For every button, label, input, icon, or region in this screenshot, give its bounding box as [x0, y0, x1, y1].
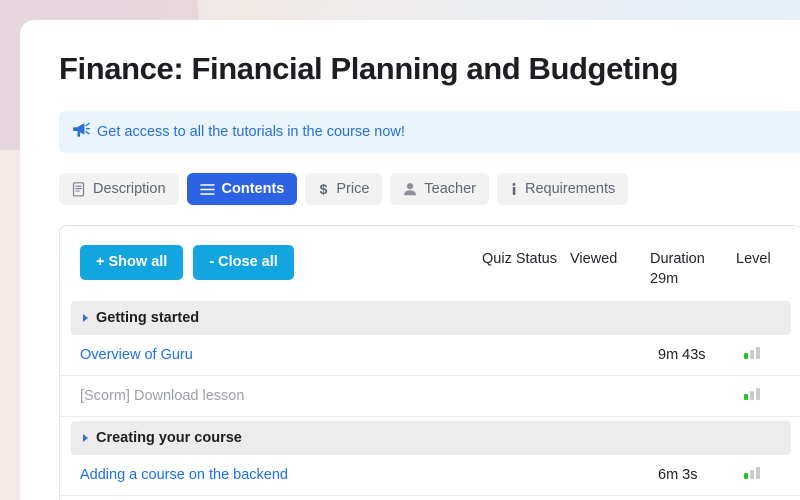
contents-toolbar: + Show all - Close all Quiz Status Viewe…: [60, 226, 800, 297]
column-header-viewed: Viewed: [570, 251, 618, 268]
expand-collapse-buttons: + Show all - Close all: [80, 245, 294, 280]
level-bars-icon: [744, 347, 760, 360]
level-bars-icon: [744, 388, 760, 401]
tab-description[interactable]: Description: [59, 173, 179, 206]
column-header-duration-label: Duration: [650, 251, 705, 268]
page-inner: Finance: Financial Planning and Budgetin…: [20, 20, 800, 500]
promo-banner-text: Get access to all the tutorials in the c…: [97, 124, 405, 141]
show-all-button[interactable]: + Show all: [80, 245, 184, 280]
user-icon: [403, 182, 417, 196]
level-bars-icon: [744, 467, 760, 480]
tab-price[interactable]: $ Price: [305, 173, 383, 206]
tab-bar: Description Contents $ Price Teacher Req…: [59, 173, 782, 206]
section-header-creating-your-course[interactable]: Creating your course: [71, 421, 791, 456]
dollar-icon: $: [318, 182, 329, 197]
tab-requirements[interactable]: Requirements: [497, 173, 629, 206]
table-row[interactable]: [Scorm] Download lesson: [60, 376, 800, 418]
table-row[interactable]: Adding table of content 2m 59s: [60, 496, 800, 500]
page-card: Finance: Financial Planning and Budgetin…: [20, 20, 800, 500]
info-icon: [510, 182, 518, 197]
section-title: Creating your course: [96, 430, 242, 447]
section-header-getting-started[interactable]: Getting started: [71, 301, 791, 336]
tab-requirements-label: Requirements: [525, 181, 616, 198]
cell-level: [744, 347, 790, 363]
lesson-title-link[interactable]: Overview of Guru: [80, 347, 193, 363]
caret-right-icon: [83, 314, 88, 323]
row-cells: 6m 3s: [490, 467, 790, 483]
svg-text:$: $: [320, 182, 328, 197]
lesson-title: [Scorm] Download lesson: [80, 388, 245, 405]
total-duration-value: 29m: [650, 271, 679, 288]
cell-duration: 9m 43s: [658, 347, 706, 364]
tab-contents[interactable]: Contents: [186, 173, 298, 206]
column-header-quiz-status: Quiz Status: [482, 251, 557, 268]
column-header-duration: Duration 29m: [650, 251, 736, 287]
column-headers: Quiz Status Viewed Duration 29m Level: [482, 245, 782, 287]
table-row[interactable]: Adding a course on the backend 6m 3s: [60, 455, 800, 497]
page-title: Finance: Financial Planning and Budgetin…: [59, 51, 679, 86]
cell-duration: 6m 3s: [658, 467, 698, 484]
tab-teacher[interactable]: Teacher: [390, 173, 490, 206]
lesson-title-link[interactable]: Adding a course on the backend: [80, 467, 288, 483]
tab-teacher-label: Teacher: [424, 181, 477, 198]
section-title: Getting started: [96, 310, 200, 327]
column-header-level: Level: [736, 251, 771, 268]
row-cells: [490, 388, 790, 404]
contents-panel: + Show all - Close all Quiz Status Viewe…: [59, 225, 800, 500]
caret-right-icon: [83, 434, 88, 443]
tab-description-label: Description: [93, 181, 166, 198]
row-cells: 9m 43s: [490, 347, 790, 363]
cell-level: [744, 467, 790, 483]
close-all-button[interactable]: - Close all: [193, 245, 294, 280]
tab-price-label: Price: [336, 181, 370, 198]
promo-banner[interactable]: Get access to all the tutorials in the c…: [59, 111, 800, 154]
document-icon: [72, 181, 86, 197]
cell-level: [744, 388, 790, 404]
list-icon: [199, 183, 215, 196]
table-row[interactable]: Overview of Guru 9m 43s: [60, 335, 800, 377]
tab-contents-label: Contents: [221, 181, 285, 198]
megaphone-icon: [73, 122, 91, 142]
